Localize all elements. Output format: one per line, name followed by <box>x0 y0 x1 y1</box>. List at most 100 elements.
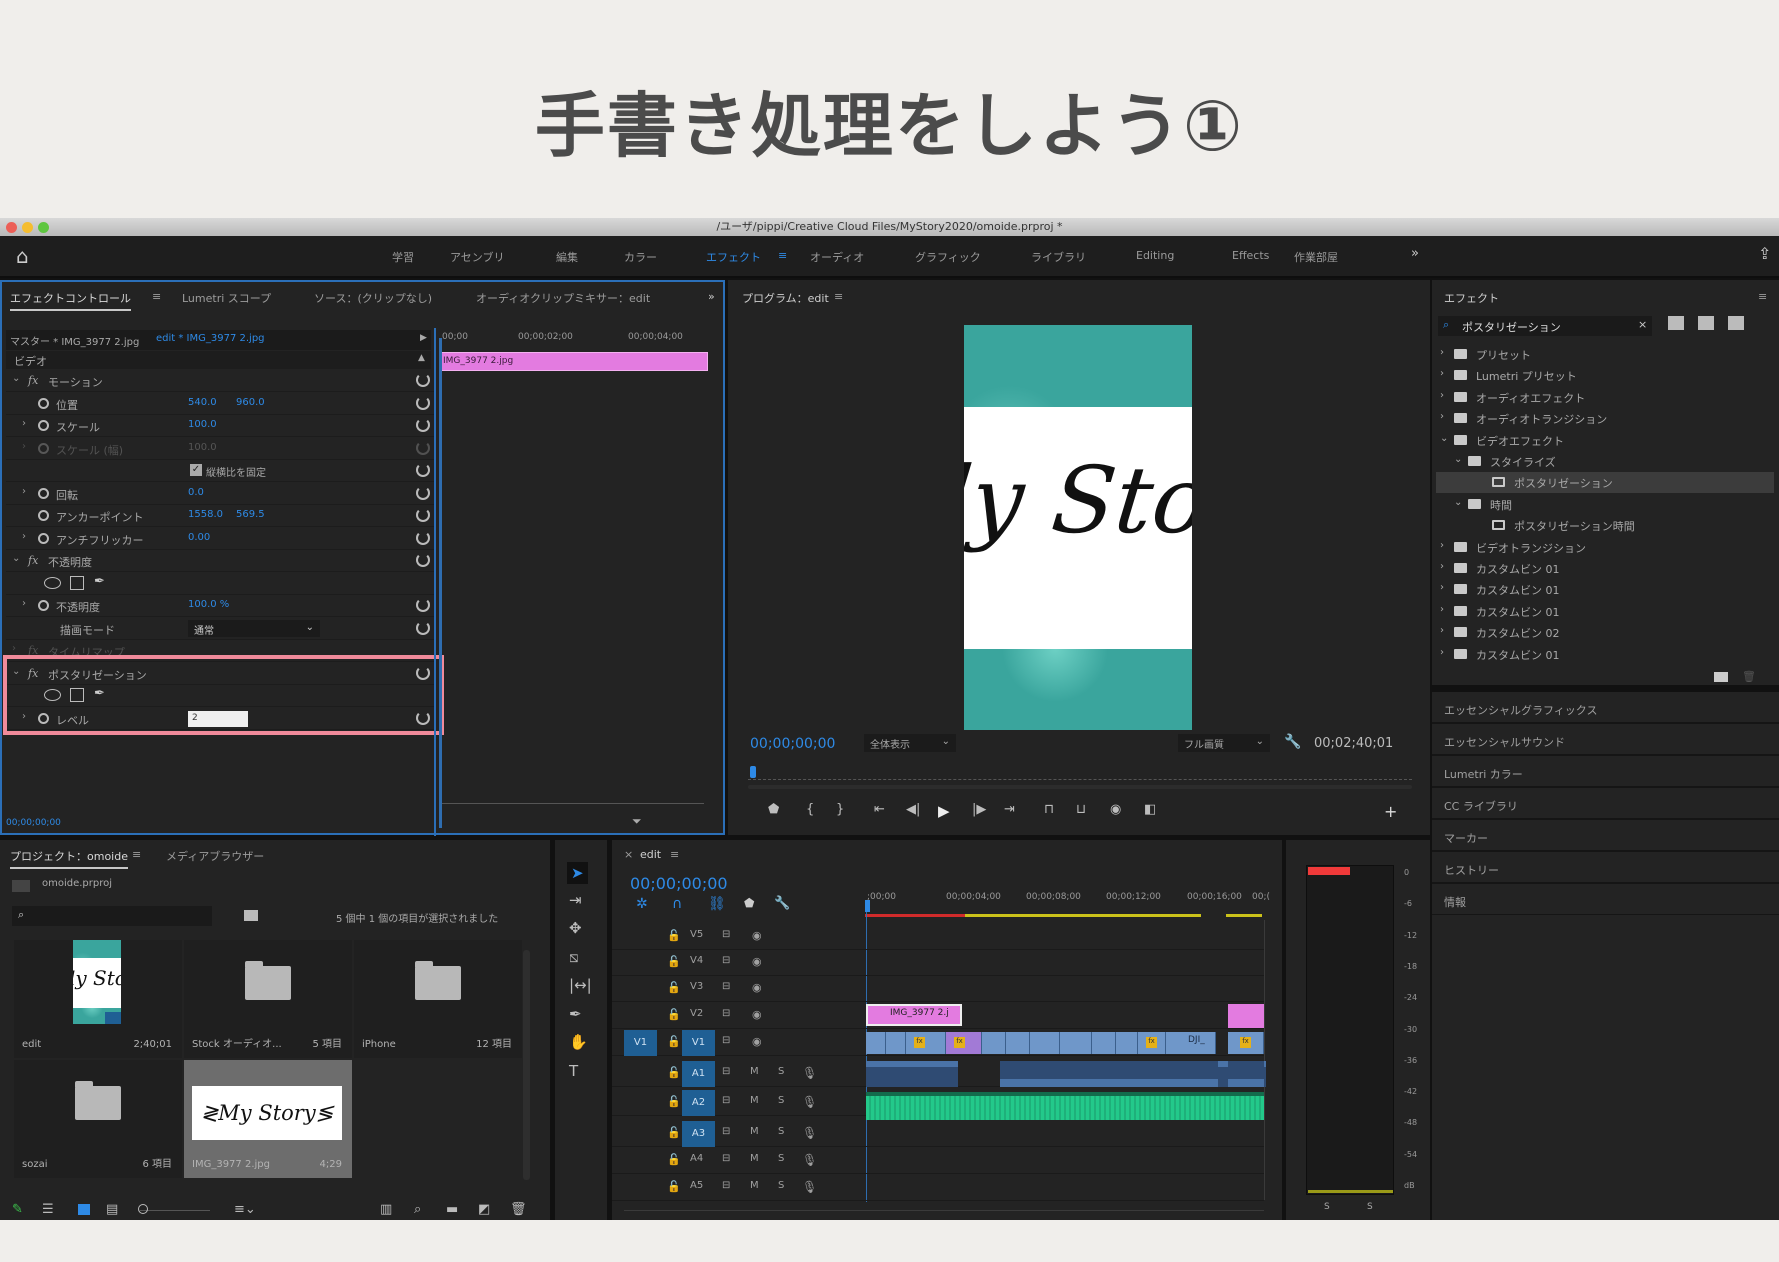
effects-tree-item[interactable]: › オーディオエフェクト <box>1436 387 1774 408</box>
wrench-icon[interactable]: 🔧 <box>1284 734 1301 750</box>
aspect-lock-checkbox[interactable]: ✓ <box>190 464 202 476</box>
go-to-out-button[interactable]: ⇥ <box>1004 802 1015 817</box>
panel-menu-icon[interactable]: ≡ <box>152 290 161 303</box>
solo-button[interactable]: S <box>778 1153 784 1164</box>
timeline-v-scrollbar[interactable] <box>1264 920 1270 1200</box>
expand-chevron-icon[interactable]: › <box>1440 604 1444 615</box>
ec-zoom-scrollbar[interactable] <box>442 803 704 809</box>
nav-item-8[interactable]: Editing <box>1136 249 1174 262</box>
close-window-button[interactable] <box>6 222 17 233</box>
sync-lock-icon[interactable]: ⊟ <box>722 1066 730 1077</box>
a1-clip[interactable] <box>866 1061 958 1087</box>
list-view-icon[interactable]: ☰ <box>42 1202 54 1217</box>
voiceover-mic-icon[interactable]: 🎙 <box>802 1126 817 1140</box>
filter-icon[interactable]: ⏷ <box>632 814 642 829</box>
effects-tree-item[interactable]: › Lumetri プリセット <box>1436 365 1774 386</box>
effects-tree-item[interactable]: ポスタリゼーション <box>1436 472 1774 494</box>
home-icon[interactable]: ⌂ <box>16 244 29 268</box>
show-timeline-icon[interactable]: ▶ <box>420 333 427 343</box>
timeline-tab[interactable]: edit <box>640 848 661 861</box>
panel-menu-icon[interactable]: ≡ <box>670 848 679 861</box>
v1-clip[interactable]: fx <box>1138 1032 1166 1054</box>
reset-icon[interactable] <box>416 530 430 545</box>
track-label-V2[interactable]: V2 <box>690 1008 703 1019</box>
project-item-sequence[interactable]: ly Stor edit 2;40;01 <box>14 940 182 1058</box>
panel-section-0[interactable]: エッセンシャルグラフィックス <box>1432 692 1779 724</box>
expand-chevron-icon[interactable]: › <box>1440 625 1444 636</box>
workspace-menu-icon[interactable]: ≡ <box>778 249 787 262</box>
collapse-icon[interactable]: ▲ <box>418 353 425 363</box>
blend-mode-dropdown[interactable]: 通常 ⌄ <box>188 619 320 637</box>
stopwatch-icon[interactable] <box>38 487 49 499</box>
expand-chevron-icon[interactable]: › <box>22 531 26 542</box>
step-back-button[interactable]: ◀| <box>906 802 920 817</box>
lock-icon[interactable]: 🔓 <box>667 981 681 994</box>
nav-item-4[interactable]: エフェクト <box>706 249 761 265</box>
ellipse-mask-icon[interactable] <box>44 576 61 589</box>
close-sequence-icon[interactable]: × <box>624 848 633 861</box>
nav-item-0[interactable]: 学習 <box>392 249 414 265</box>
expand-chevron-icon[interactable]: › <box>22 486 26 497</box>
quality-dropdown[interactable]: フル画質 ⌄ <box>1178 734 1270 752</box>
nav-item-1[interactable]: アセンブリ <box>450 249 504 265</box>
eye-icon[interactable]: ◉ <box>752 929 762 942</box>
expand-chevron-icon[interactable]: › <box>1440 347 1444 358</box>
new-bin-icon[interactable] <box>1714 672 1728 682</box>
lock-icon[interactable]: 🔓 <box>667 1035 681 1048</box>
collapse-chevron-icon[interactable]: ⌄ <box>12 553 20 564</box>
accelerated-effects-icon[interactable] <box>1668 316 1684 330</box>
timeline-h-scrollbar[interactable] <box>624 1210 1264 1216</box>
voiceover-mic-icon[interactable]: 🎙 <box>802 1180 817 1194</box>
v1-clip[interactable] <box>866 1032 886 1054</box>
v1-clip[interactable]: DJI_ <box>1166 1032 1216 1054</box>
collapse-chevron-icon[interactable]: ⌄ <box>12 373 20 384</box>
panel-section-1[interactable]: エッセンシャルサウンド <box>1432 724 1779 756</box>
reset-icon[interactable] <box>416 440 430 455</box>
solo-left-button[interactable]: S <box>1324 1202 1330 1212</box>
pen-tool[interactable]: ✒ <box>569 1005 582 1023</box>
effects-tree-item[interactable]: › カスタムビン 01 <box>1436 558 1774 579</box>
expand-chevron-icon[interactable]: › <box>1440 368 1444 379</box>
v1-clip[interactable] <box>1092 1032 1116 1054</box>
stopwatch-icon[interactable] <box>38 397 49 409</box>
reset-icon[interactable] <box>416 418 430 432</box>
effects-tree-item[interactable]: › カスタムビン 01 <box>1436 601 1774 622</box>
sync-lock-icon[interactable]: ⊟ <box>722 1180 730 1191</box>
yuv-effects-icon[interactable] <box>1728 316 1744 330</box>
trash-icon[interactable]: 🗑 <box>510 1202 527 1217</box>
voiceover-mic-icon[interactable]: 🎙 <box>802 1153 817 1167</box>
reset-icon[interactable] <box>416 620 430 635</box>
panel-overflow-icon[interactable]: » <box>708 290 715 303</box>
nav-item-7[interactable]: ライブラリ <box>1031 249 1086 265</box>
track-label-V5[interactable]: V5 <box>690 929 703 940</box>
effects-tree-item[interactable]: › ビデオトランジション <box>1436 537 1774 558</box>
ec-tab-2[interactable]: ソース：(クリップなし) <box>314 290 432 306</box>
effects-tree-item[interactable]: ⌄ 時間 <box>1436 494 1774 515</box>
a2-clip[interactable] <box>866 1092 1264 1120</box>
ec-tab-1[interactable]: Lumetri スコープ <box>182 290 271 306</box>
zoom-slider-handle[interactable] <box>138 1204 148 1214</box>
32bit-effects-icon[interactable] <box>1698 316 1714 330</box>
property-value-2[interactable]: 960.0 <box>236 397 265 408</box>
hand-tool[interactable]: ✋ <box>569 1033 588 1051</box>
reset-icon[interactable] <box>416 395 430 410</box>
source-patch-V1[interactable]: V1 <box>624 1030 657 1056</box>
nav-item-10[interactable]: 作業部屋 <box>1294 249 1338 265</box>
program-zoom-scrollbar[interactable] <box>748 785 1412 789</box>
v1-clip[interactable] <box>886 1032 906 1054</box>
lock-icon[interactable]: 🔓 <box>667 1066 681 1079</box>
v1-clip[interactable]: fx <box>946 1032 982 1054</box>
reset-icon[interactable] <box>416 508 430 522</box>
linked-selection-icon[interactable]: ⛓ <box>708 896 726 912</box>
property-value[interactable]: 540.0 <box>188 397 217 408</box>
property-value[interactable]: 0.0 <box>188 487 204 498</box>
sort-icon[interactable]: ≡⌄ <box>234 1202 256 1217</box>
v1-clip[interactable] <box>1116 1032 1138 1054</box>
property-value[interactable]: 100.0 % <box>188 599 229 610</box>
sync-lock-icon[interactable]: ⊟ <box>722 955 730 966</box>
lock-icon[interactable]: 🔓 <box>667 1180 681 1193</box>
expand-chevron-icon[interactable]: › <box>22 598 26 609</box>
ec-tab-3[interactable]: オーディオクリップミキサー：edit <box>476 290 650 306</box>
effects-tree-item[interactable]: ⌄ スタイライズ <box>1436 451 1774 472</box>
lock-icon[interactable]: 🔓 <box>667 1008 681 1021</box>
